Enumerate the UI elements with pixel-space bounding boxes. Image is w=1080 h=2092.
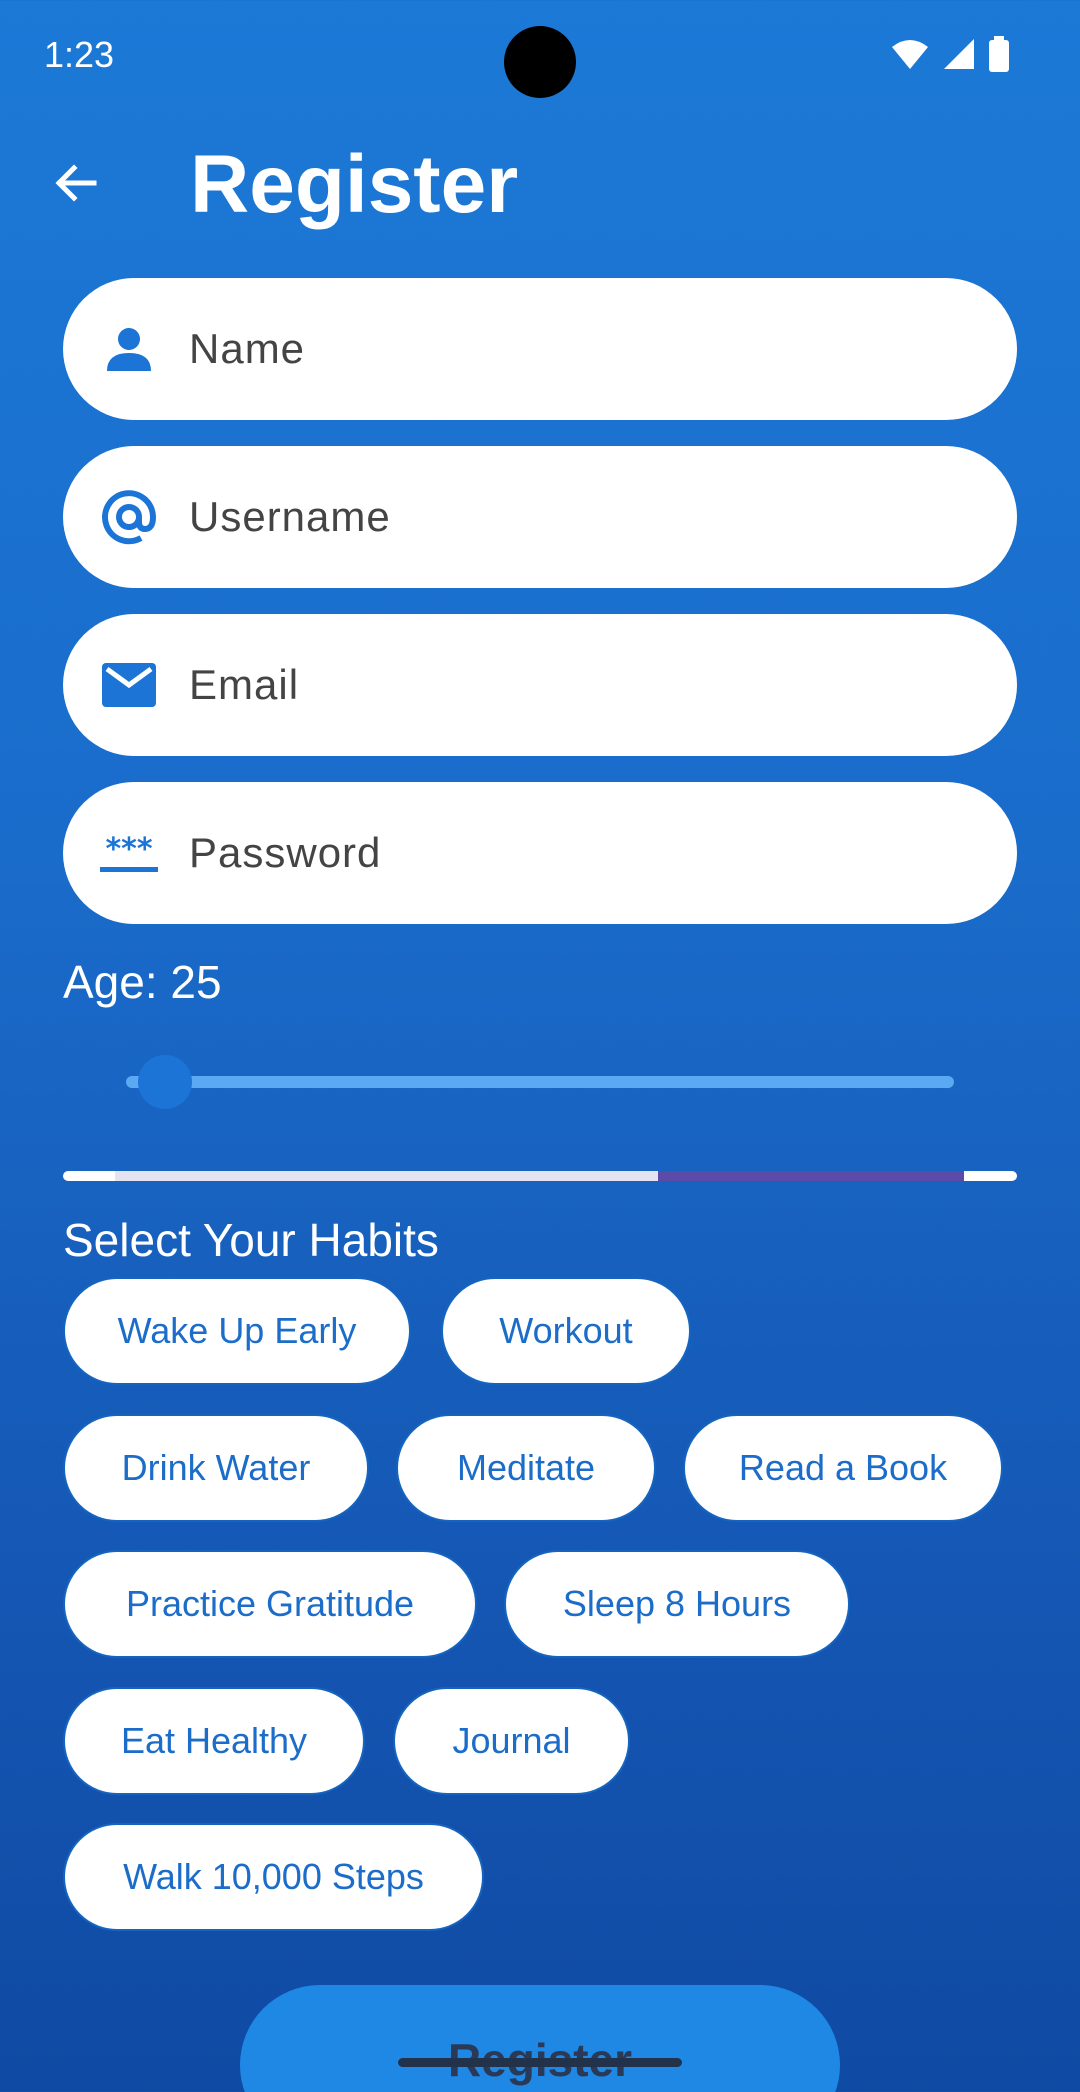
- age-label: Age: 25: [63, 956, 222, 1008]
- wifi-icon: [890, 37, 930, 76]
- register-button[interactable]: Register: [240, 1985, 840, 2092]
- name-field[interactable]: Name: [63, 278, 1017, 420]
- email-placeholder: Email: [189, 661, 300, 708]
- habit-chip-workout[interactable]: Workout: [441, 1277, 691, 1385]
- habit-chip-journal[interactable]: Journal: [393, 1687, 630, 1795]
- habit-chip-read-a-book[interactable]: Read a Book: [683, 1414, 1003, 1522]
- habit-chip-meditate[interactable]: Meditate: [396, 1414, 656, 1522]
- signal-icon: [942, 37, 976, 76]
- battery-icon: [988, 36, 1010, 77]
- app-bar: Register: [0, 120, 1080, 250]
- email-field[interactable]: Email: [63, 614, 1017, 756]
- password-icon-glyph: ***: [105, 833, 152, 867]
- username-field[interactable]: Username: [63, 446, 1017, 588]
- camera-cutout: [504, 26, 576, 98]
- arrow-back-icon: [50, 158, 100, 213]
- habit-chip-practice-gratitude[interactable]: Practice Gratitude: [63, 1550, 477, 1658]
- person-icon: [99, 319, 159, 379]
- slider-track[interactable]: [126, 1076, 954, 1088]
- home-indicator[interactable]: [398, 2058, 682, 2067]
- status-time: 1:23: [44, 34, 115, 75]
- habit-chip-sleep-8-hours[interactable]: Sleep 8 Hours: [504, 1550, 850, 1658]
- progress-segment: [115, 1171, 658, 1181]
- name-placeholder: Name: [189, 325, 306, 372]
- username-placeholder: Username: [189, 493, 391, 540]
- mail-icon: [99, 655, 159, 715]
- back-button[interactable]: [40, 150, 110, 220]
- password-field[interactable]: *** Password: [63, 782, 1017, 924]
- progress-segment-active: [658, 1171, 964, 1181]
- habit-chip-wake-up-early[interactable]: Wake Up Early: [63, 1277, 411, 1385]
- habit-chip-drink-water[interactable]: Drink Water: [63, 1414, 369, 1522]
- page-title: Register: [190, 139, 519, 230]
- password-icon: ***: [99, 823, 159, 883]
- password-placeholder: Password: [189, 829, 382, 876]
- habit-chip-eat-healthy[interactable]: Eat Healthy: [63, 1687, 365, 1795]
- slider-thumb[interactable]: [138, 1055, 192, 1109]
- progress-bar: [63, 1171, 1017, 1181]
- habits-title: Select Your Habits: [63, 1214, 439, 1266]
- at-sign-icon: [99, 487, 159, 547]
- status-icons: [890, 36, 1010, 77]
- habit-chip-walk-10000-steps[interactable]: Walk 10,000 Steps: [63, 1823, 484, 1931]
- age-slider[interactable]: [126, 1055, 956, 1109]
- status-bar: 1:23: [0, 0, 1080, 110]
